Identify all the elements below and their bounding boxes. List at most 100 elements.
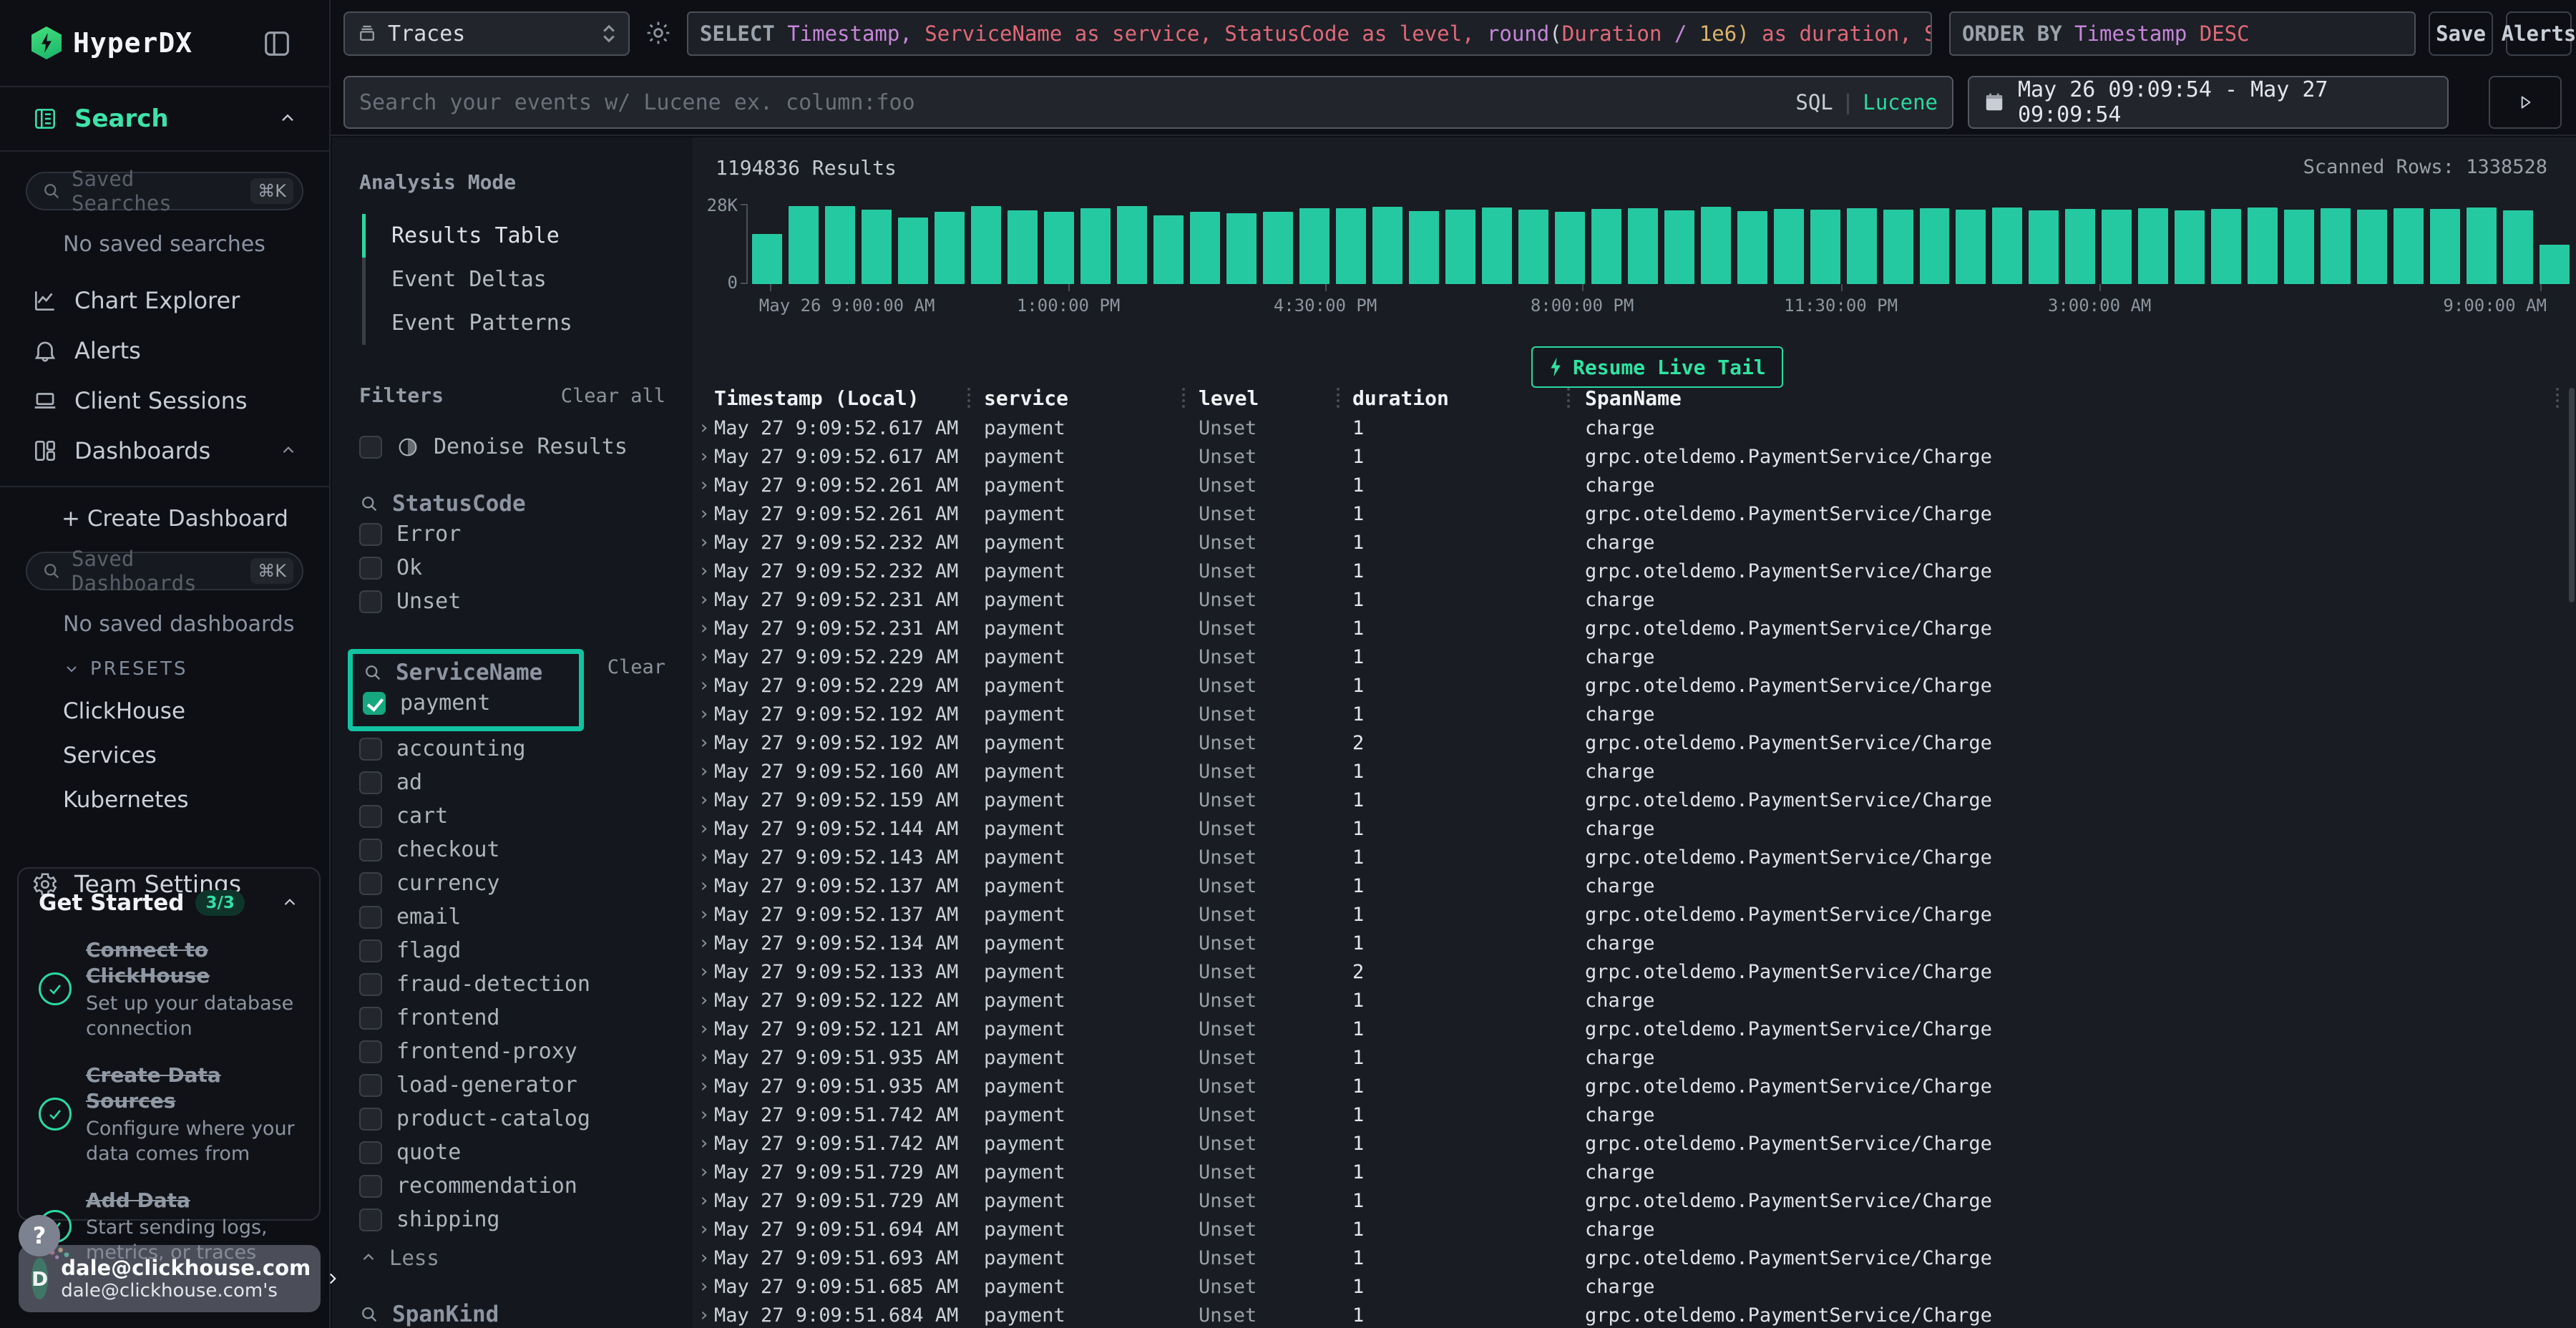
row-expand-chevron-icon[interactable]: › <box>693 617 714 639</box>
table-row[interactable]: ›May 27 9:09:52.617 AMpaymentUnset1charg… <box>693 414 2576 442</box>
table-row[interactable]: ›May 27 9:09:51.729 AMpaymentUnset1grpc.… <box>693 1186 2576 1215</box>
histogram-bar[interactable] <box>1336 208 1366 284</box>
analysis-mode-event-deltas[interactable]: Event Deltas <box>366 258 675 301</box>
histogram-bar[interactable] <box>1628 208 1658 284</box>
column-resize-handle[interactable] <box>1182 388 1185 408</box>
histogram-bar[interactable] <box>1153 215 1184 284</box>
table-row[interactable]: ›May 27 9:09:51.935 AMpaymentUnset1grpc.… <box>693 1072 2576 1100</box>
histogram-bar[interactable] <box>1008 210 1038 284</box>
row-expand-chevron-icon[interactable]: › <box>693 990 714 1011</box>
sidebar-item-client-sessions[interactable]: Client Sessions <box>0 376 329 426</box>
checkbox[interactable] <box>359 1141 382 1164</box>
filter-option-frontend[interactable]: frontend <box>359 1002 675 1034</box>
filter-option-ad[interactable]: ad <box>359 766 675 799</box>
histogram-bar[interactable] <box>2175 210 2205 284</box>
row-expand-chevron-icon[interactable]: › <box>693 417 714 439</box>
chevron-up-icon[interactable] <box>280 894 299 912</box>
checkbox[interactable] <box>359 1040 382 1063</box>
table-row[interactable]: ›May 27 9:09:52.122 AMpaymentUnset1charg… <box>693 986 2576 1015</box>
row-expand-chevron-icon[interactable]: › <box>693 818 714 839</box>
sql-select-editor[interactable]: SELECT Timestamp, ServiceName as service… <box>687 11 1932 56</box>
histogram-bar[interactable] <box>2357 210 2387 284</box>
histogram-bar[interactable] <box>1810 210 1840 284</box>
checkbox[interactable] <box>359 1175 382 1198</box>
row-expand-chevron-icon[interactable]: › <box>693 532 714 553</box>
sidebar-collapse-icon[interactable] <box>260 27 293 60</box>
table-row[interactable]: ›May 27 9:09:52.192 AMpaymentUnset2grpc.… <box>693 728 2576 757</box>
table-row[interactable]: ›May 27 9:09:52.261 AMpaymentUnset1charg… <box>693 471 2576 499</box>
filter-option-cart[interactable]: cart <box>359 800 675 832</box>
row-expand-chevron-icon[interactable]: › <box>693 904 714 925</box>
column-header-duration[interactable]: duration <box>1352 386 1585 410</box>
table-row[interactable]: ›May 27 9:09:51.935 AMpaymentUnset1charg… <box>693 1043 2576 1072</box>
row-expand-chevron-icon[interactable]: › <box>693 474 714 496</box>
table-row[interactable]: ›May 27 9:09:51.729 AMpaymentUnset1charg… <box>693 1158 2576 1186</box>
histogram-bar[interactable] <box>2138 208 2168 284</box>
column-header-service[interactable]: service <box>984 386 1199 410</box>
filter-option-shipping[interactable]: shipping <box>359 1204 675 1236</box>
row-expand-chevron-icon[interactable]: › <box>693 1276 714 1297</box>
histogram-bar[interactable] <box>971 206 1001 284</box>
table-row[interactable]: ›May 27 9:09:52.134 AMpaymentUnset1charg… <box>693 929 2576 957</box>
checkbox[interactable] <box>359 939 382 962</box>
histogram-bar[interactable] <box>1737 211 1767 284</box>
histogram-bar[interactable] <box>2029 210 2059 284</box>
histogram-bar[interactable] <box>1518 210 1548 284</box>
row-expand-chevron-icon[interactable]: › <box>693 961 714 982</box>
analysis-mode-results-table[interactable]: Results Table <box>366 214 675 258</box>
filter-option-error[interactable]: Error <box>359 518 675 550</box>
table-row[interactable]: ›May 27 9:09:52.143 AMpaymentUnset1grpc.… <box>693 843 2576 872</box>
table-row[interactable]: ›May 27 9:09:52.617 AMpaymentUnset1grpc.… <box>693 442 2576 471</box>
histogram-bar[interactable] <box>2065 209 2095 284</box>
histogram-bar[interactable] <box>898 218 928 284</box>
row-expand-chevron-icon[interactable]: › <box>693 1104 714 1126</box>
table-row[interactable]: ›May 27 9:09:52.137 AMpaymentUnset1charg… <box>693 872 2576 900</box>
histogram-bar[interactable] <box>2430 209 2460 284</box>
filter-option-fraud-detection[interactable]: fraud-detection <box>359 968 675 1000</box>
sidebar-item-chart-explorer[interactable]: Chart Explorer <box>0 275 329 326</box>
row-expand-chevron-icon[interactable]: › <box>693 1133 714 1154</box>
histogram-bar[interactable] <box>2394 208 2424 284</box>
table-row[interactable]: ›May 27 9:09:52.231 AMpaymentUnset1charg… <box>693 585 2576 614</box>
checkbox[interactable] <box>359 973 382 996</box>
histogram-bar[interactable] <box>1409 211 1439 284</box>
create-dashboard-button[interactable]: + Create Dashboard <box>62 506 329 532</box>
row-expand-chevron-icon[interactable]: › <box>693 875 714 897</box>
saved-searches-input[interactable]: Saved Searches ⌘K <box>26 172 303 210</box>
table-row[interactable]: ›May 27 9:09:52.137 AMpaymentUnset1grpc.… <box>693 900 2576 929</box>
table-row[interactable]: ›May 27 9:09:51.685 AMpaymentUnset1charg… <box>693 1272 2576 1301</box>
column-header-spanname[interactable]: SpanName <box>1585 386 2576 410</box>
checkbox[interactable] <box>359 839 382 861</box>
histogram-bar[interactable] <box>1226 213 1257 284</box>
filter-option-product-catalog[interactable]: product-catalog <box>359 1103 675 1135</box>
histogram-bar[interactable] <box>789 206 819 284</box>
histogram-bar[interactable] <box>1044 212 1074 284</box>
table-row[interactable]: ›May 27 9:09:51.694 AMpaymentUnset1charg… <box>693 1215 2576 1244</box>
row-expand-chevron-icon[interactable]: › <box>693 1190 714 1211</box>
histogram-bar[interactable] <box>1299 208 1330 284</box>
table-row[interactable]: ›May 27 9:09:52.261 AMpaymentUnset1grpc.… <box>693 499 2576 528</box>
histogram-bar[interactable] <box>1482 208 1512 284</box>
checkbox[interactable] <box>359 1108 382 1131</box>
column-resize-handle[interactable] <box>2556 388 2559 408</box>
row-expand-chevron-icon[interactable]: › <box>693 732 714 753</box>
histogram-bar[interactable] <box>1263 212 1293 284</box>
source-selector[interactable]: Traces <box>343 11 630 56</box>
column-header-timestamp-local-[interactable]: Timestamp (Local) <box>714 386 984 410</box>
checkbox[interactable] <box>359 436 382 459</box>
histogram-bar[interactable] <box>1992 208 2022 284</box>
histogram-bar[interactable] <box>2284 210 2314 284</box>
filter-option-frontend-proxy[interactable]: frontend-proxy <box>359 1035 675 1068</box>
histogram-bar[interactable] <box>1591 209 1621 284</box>
resume-live-tail-button[interactable]: Resume Live Tail <box>1531 346 1783 388</box>
presets-toggle[interactable]: PRESETS <box>63 658 329 680</box>
histogram-bar[interactable] <box>2503 210 2533 284</box>
hyperdx-logo[interactable]: HyperDX <box>31 26 192 59</box>
checkbox[interactable] <box>359 557 382 580</box>
checkbox[interactable] <box>359 1074 382 1097</box>
table-row[interactable]: ›May 27 9:09:52.160 AMpaymentUnset1charg… <box>693 757 2576 786</box>
checkbox[interactable] <box>359 1007 382 1030</box>
table-row[interactable]: ›May 27 9:09:51.742 AMpaymentUnset1grpc.… <box>693 1129 2576 1158</box>
filter-option-payment[interactable]: payment <box>363 687 569 719</box>
histogram-bar[interactable] <box>935 212 965 284</box>
